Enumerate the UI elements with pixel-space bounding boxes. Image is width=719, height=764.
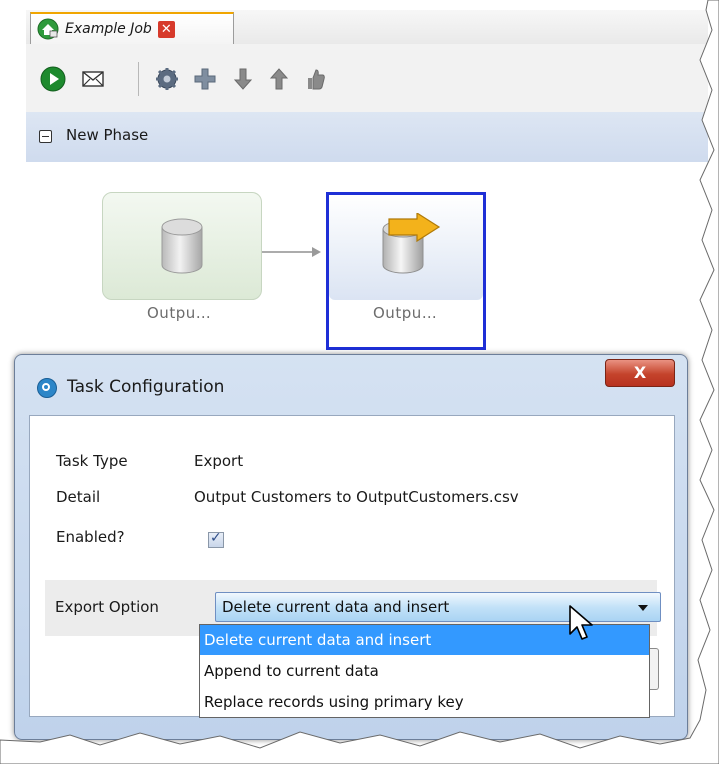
torn-edge-decoration	[0, 0, 719, 764]
screenshot-frame: Example Job ✕ New Phase Outpu… Outpu… Ta…	[0, 0, 719, 764]
